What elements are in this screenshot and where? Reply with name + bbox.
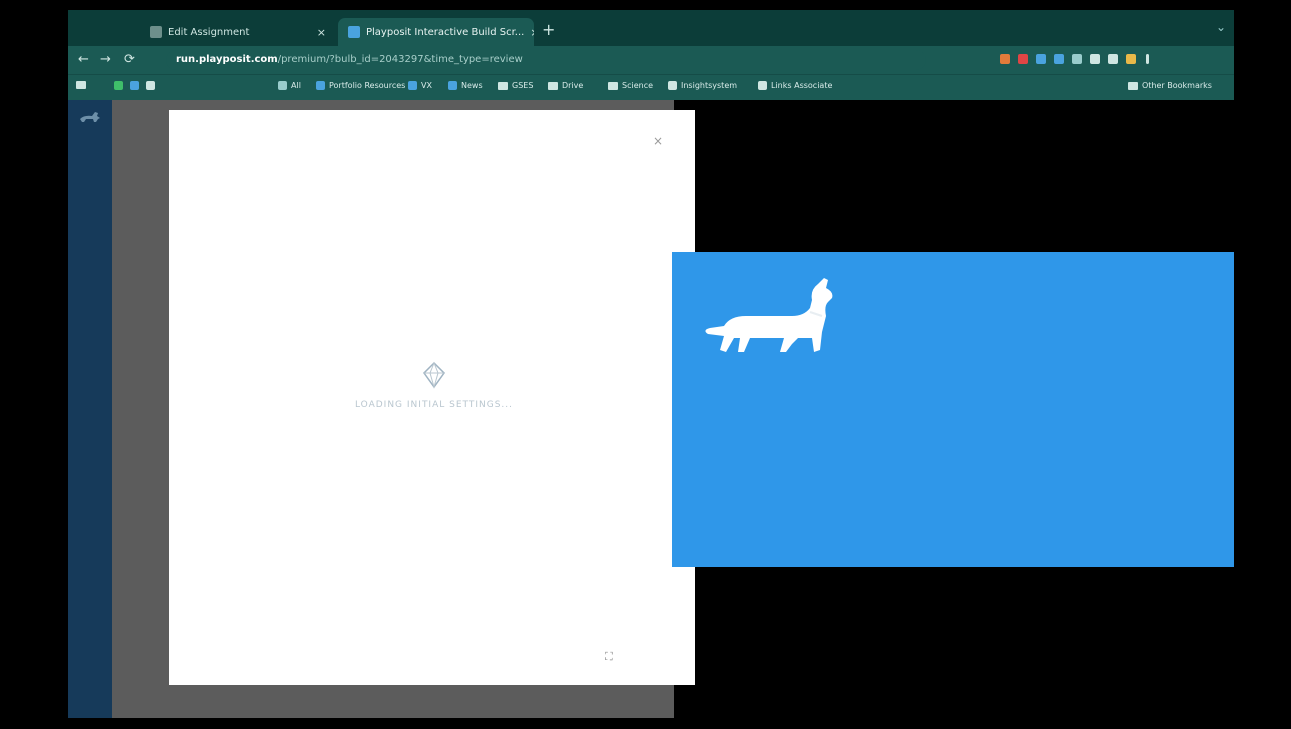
address-bar[interactable]: run.playposit.com/premium/?bulb_id=20432…	[166, 50, 926, 70]
left-rail	[68, 100, 112, 718]
bookmark-icon[interactable]	[146, 81, 155, 90]
back-button[interactable]: ←	[78, 52, 89, 67]
bookmark-portfolio-resources[interactable]: Portfolio Resources	[316, 81, 405, 90]
profile-avatar-icon[interactable]	[1126, 54, 1136, 64]
browser-toolbar: ← → ⟳ run.playposit.com/premium/?bulb_id…	[68, 46, 1234, 74]
bookmark-science[interactable]: Science	[608, 81, 653, 90]
video-preview-panel	[672, 252, 1234, 567]
bookmark-all[interactable]: All	[278, 81, 301, 90]
tab-search-icon[interactable]: ⌄	[1216, 20, 1226, 34]
loading-text: LOADING INITIAL SETTINGS...	[354, 400, 514, 410]
loading-modal: × LOADING INITIAL SETTINGS... ⛶	[169, 110, 695, 685]
reload-button[interactable]: ⟳	[124, 52, 135, 67]
tab-edit-assignment[interactable]: Edit Assignment ×	[140, 18, 336, 46]
bookmark-icon[interactable]	[114, 81, 123, 90]
forward-button[interactable]: →	[100, 52, 111, 67]
extension-icon[interactable]	[1054, 54, 1064, 64]
extension-icon[interactable]	[1036, 54, 1046, 64]
expand-icon[interactable]: ⛶	[605, 650, 613, 664]
browser-window: Edit Assignment × Playposit Interactive …	[68, 10, 1234, 718]
url-host: run.playposit.com	[176, 54, 278, 65]
bookmark-links-associate[interactable]: Links Associate	[758, 81, 832, 90]
tab-label: Edit Assignment	[168, 26, 250, 38]
bookmark-insightsystem[interactable]: Insightsystem	[668, 81, 737, 90]
new-tab-button[interactable]: +	[542, 20, 555, 39]
tab-label: Playposit Interactive Build Scr...	[366, 26, 525, 38]
tab-favicon-icon	[348, 26, 360, 38]
loading-indicator: LOADING INITIAL SETTINGS...	[304, 360, 564, 410]
bookmark-news[interactable]: News	[448, 81, 483, 90]
extension-icon[interactable]	[1018, 54, 1028, 64]
bookmark-drive[interactable]: Drive	[548, 81, 583, 90]
diamond-loader-icon	[423, 361, 445, 389]
apps-icon[interactable]	[76, 81, 86, 89]
extension-icon[interactable]	[1072, 54, 1082, 64]
page-content: × LOADING INITIAL SETTINGS... ⛶	[68, 100, 1234, 718]
tab-close-icon[interactable]: ×	[530, 26, 534, 39]
tab-playposit[interactable]: Playposit Interactive Build Scr... ×	[338, 18, 534, 46]
screen: Edit Assignment × Playposit Interactive …	[0, 0, 1291, 729]
other-bookmarks[interactable]: Other Bookmarks	[1128, 81, 1212, 90]
bookmarks-bar: All Portfolio Resources VX News GSES Dri…	[68, 74, 1234, 100]
bookmark-gses[interactable]: GSES	[498, 81, 533, 90]
url-path: /premium/?bulb_id=2043297&time_type=revi…	[277, 54, 523, 65]
dachshund-icon	[705, 278, 833, 352]
dog-logo-icon[interactable]	[78, 110, 102, 124]
tab-favicon-icon	[150, 26, 162, 38]
modal-backdrop: × LOADING INITIAL SETTINGS... ⛶	[112, 100, 695, 718]
tab-bar: Edit Assignment × Playposit Interactive …	[68, 10, 1234, 46]
extension-icon[interactable]	[1090, 54, 1100, 64]
close-icon[interactable]: ×	[653, 134, 663, 148]
extensions-puzzle-icon[interactable]	[1108, 54, 1118, 64]
tab-close-icon[interactable]: ×	[317, 26, 326, 39]
extension-icon[interactable]	[1000, 54, 1010, 64]
bookmark-icon[interactable]	[130, 81, 139, 90]
bookmark-vx[interactable]: VX	[408, 81, 432, 90]
menu-icon[interactable]	[1146, 54, 1149, 64]
